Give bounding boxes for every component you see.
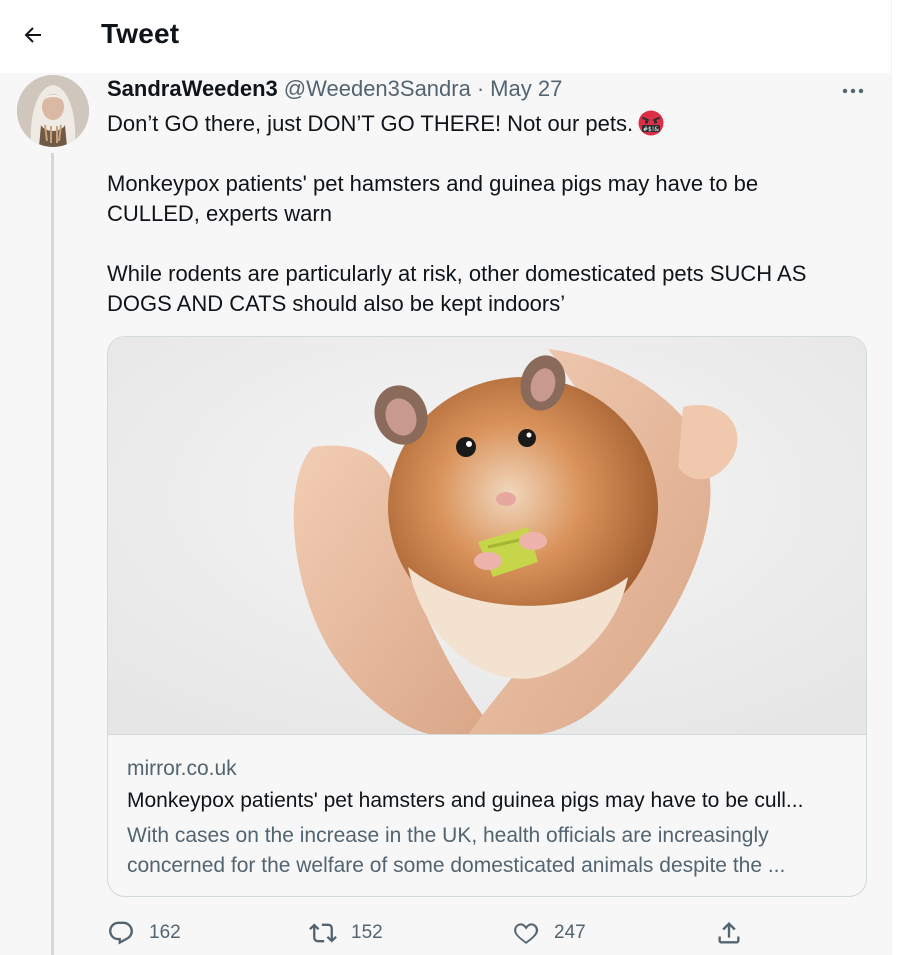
face-with-symbols-on-mouth-icon: #$!&: [637, 110, 665, 136]
tweet-text-first: Don’t GO there, just DON’T GO THERE! Not…: [107, 111, 634, 136]
reply-icon: [109, 921, 133, 945]
retweet-button[interactable]: 152: [309, 916, 383, 950]
tweet-text-paragraph2: Monkeypox patients' pet hamsters and gui…: [107, 171, 759, 226]
separator-dot: ·: [476, 76, 485, 101]
like-button[interactable]: 247: [512, 916, 586, 950]
card-title[interactable]: Monkeypox patients' pet hamsters and gui…: [127, 789, 851, 813]
link-card[interactable]: mirror.co.uk Monkeypox patients' pet ham…: [107, 336, 867, 897]
author-handle[interactable]: @Weeden3Sandra: [284, 76, 471, 102]
column-divider: [891, 0, 892, 955]
card-domain: mirror.co.uk: [127, 757, 237, 780]
share-icon: [718, 922, 740, 944]
tweet-text-line1: Don’t GO there, just DON’T GO THERE! Not…: [107, 109, 847, 139]
thread-line: [51, 153, 54, 955]
back-button[interactable]: [16, 18, 50, 52]
like-count: 247: [554, 922, 586, 943]
svg-text:#$!&: #$!&: [643, 126, 659, 133]
more-options-button[interactable]: [838, 81, 868, 101]
reply-count: 162: [149, 922, 181, 943]
reply-button[interactable]: 162: [107, 916, 181, 950]
top-header: Tweet: [0, 0, 891, 73]
author-display-name[interactable]: SandraWeeden3: [107, 76, 278, 102]
card-description: With cases on the increase in the UK, he…: [127, 824, 786, 877]
avatar[interactable]: [17, 75, 89, 147]
page-title: Tweet: [101, 18, 180, 49]
tweet-actions: 162 152 247: [107, 916, 767, 950]
tweet-text: Don’t GO there, just DON’T GO THERE! Not…: [107, 109, 847, 319]
tweet-header: SandraWeeden3 @Weeden3Sandra · May 27: [107, 76, 562, 106]
retweet-count: 152: [351, 922, 383, 943]
more-icon: [842, 88, 864, 94]
tweet-date[interactable]: May 27: [490, 76, 562, 102]
heart-icon: [514, 923, 539, 944]
retweet-icon: [309, 923, 337, 943]
card-image: [108, 337, 866, 735]
tweet: SandraWeeden3 @Weeden3Sandra · May 27 Do…: [0, 73, 891, 955]
share-button[interactable]: [715, 916, 743, 950]
arrow-left-icon: [24, 27, 41, 43]
tweet-text-paragraph3: While rodents are particularly at risk, …: [107, 261, 807, 316]
